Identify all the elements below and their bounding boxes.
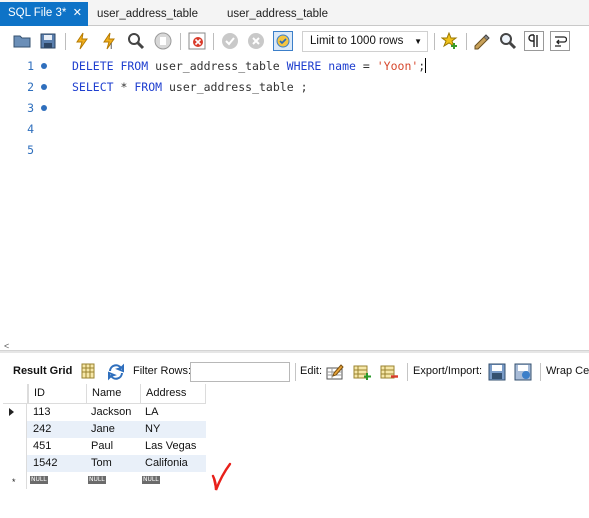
sql-statement-select: SELECT * FROM user_address_table ; xyxy=(72,80,308,94)
cell-name[interactable]: Jackson xyxy=(88,404,131,420)
row-indicator[interactable]: * xyxy=(3,472,27,489)
edit-label: Edit: xyxy=(300,365,323,377)
import-icon[interactable] xyxy=(514,363,532,381)
cell-name[interactable]: Paul xyxy=(88,438,113,454)
new-row-marker: * xyxy=(12,477,16,487)
tab-user-address-table-2[interactable]: user_address_table xyxy=(219,3,336,26)
line-number: 3 xyxy=(27,101,34,115)
limit-rows-select[interactable]: Limit to 1000 rows ▼ xyxy=(302,31,428,52)
sql-statement-delete: DELETE FROM user_address_table WHERE nam… xyxy=(72,58,427,73)
close-icon[interactable]: ✕ xyxy=(73,2,82,24)
filter-rows-input[interactable] xyxy=(190,362,290,382)
table-row[interactable]: 242 Jane NY xyxy=(3,421,206,438)
statement-marker-icon xyxy=(41,105,47,111)
null-badge[interactable]: NULL xyxy=(88,476,106,484)
cell-id[interactable]: 1542 xyxy=(30,455,57,471)
null-badge[interactable]: NULL xyxy=(142,476,160,484)
result-toolbar: Result Grid Filter Rows: Edit: Export/Im… xyxy=(0,360,589,384)
open-folder-icon[interactable] xyxy=(12,31,32,51)
tab-sql-file-3[interactable]: SQL File 3* ✕ xyxy=(0,2,88,26)
svg-text:I: I xyxy=(110,42,112,50)
cell-id[interactable]: 451 xyxy=(30,438,51,454)
add-snippet-icon[interactable] xyxy=(440,31,460,51)
table-row[interactable]: 113 Jackson LA xyxy=(3,404,206,421)
cell-name[interactable]: Jane xyxy=(88,421,115,437)
export-icon[interactable] xyxy=(488,363,506,381)
row-indicator[interactable] xyxy=(3,421,27,438)
add-row-icon[interactable] xyxy=(353,363,371,381)
row-header-corner xyxy=(3,384,28,404)
cell-address[interactable]: Califonia xyxy=(142,455,188,471)
edit-row-icon[interactable] xyxy=(326,363,344,381)
execute-all-icon[interactable] xyxy=(72,31,92,51)
wrap-lines-icon[interactable] xyxy=(550,31,570,51)
line-number: 4 xyxy=(27,122,34,136)
cell-address[interactable]: LA xyxy=(142,404,158,420)
filter-rows-label: Filter Rows: xyxy=(133,365,192,377)
cell-name[interactable]: Tom xyxy=(88,455,112,471)
delete-row-icon[interactable] xyxy=(380,363,398,381)
save-icon[interactable] xyxy=(38,31,58,51)
toggle-error-icon[interactable] xyxy=(187,31,207,51)
tab-user-address-table-1[interactable]: user_address_table xyxy=(89,3,206,26)
row-indicator[interactable] xyxy=(3,455,27,472)
invisible-chars-icon[interactable] xyxy=(524,31,544,51)
text-cursor xyxy=(425,58,427,73)
limit-rows-label: Limit to 1000 rows xyxy=(310,35,404,47)
chevron-down-icon: ▼ xyxy=(414,37,422,46)
line-number: 1 xyxy=(27,59,34,73)
editor-tab-bar: SQL File 3* ✕ user_address_table user_ad… xyxy=(0,0,589,26)
beautify-icon[interactable] xyxy=(472,31,492,51)
editor-line-5[interactable]: 5 xyxy=(0,141,589,161)
column-header-name[interactable]: Name xyxy=(86,384,140,404)
stop-icon[interactable] xyxy=(153,31,173,51)
cell-address[interactable]: Las Vegas xyxy=(142,438,196,454)
column-header-id[interactable]: ID xyxy=(28,384,86,404)
cell-id[interactable]: 242 xyxy=(30,421,51,437)
panel-splitter[interactable] xyxy=(0,350,589,353)
row-indicator[interactable] xyxy=(3,404,27,421)
cell-id[interactable]: 113 xyxy=(30,404,51,420)
new-row[interactable]: * NULL NULL NULL xyxy=(3,472,206,489)
grid-layout-icon[interactable] xyxy=(80,363,98,381)
tab-label: SQL File 3* xyxy=(8,7,67,19)
red-checkmark-annotation xyxy=(211,462,232,491)
export-import-label: Export/Import: xyxy=(413,365,483,377)
editor-line-1[interactable]: 1 DELETE FROM user_address_table WHERE n… xyxy=(0,57,589,77)
result-grid-tab[interactable]: Result Grid xyxy=(13,365,72,377)
table-row[interactable]: 1542 Tom Califonia xyxy=(3,455,206,472)
autocommit-toggle-icon[interactable] xyxy=(273,31,293,51)
null-badge[interactable]: NULL xyxy=(30,476,48,484)
row-indicator[interactable] xyxy=(3,438,27,455)
sql-editor[interactable]: 1 DELETE FROM user_address_table WHERE n… xyxy=(0,56,589,338)
table-row[interactable]: 451 Paul Las Vegas xyxy=(3,438,206,455)
commit-icon[interactable] xyxy=(220,31,240,51)
statement-marker-icon xyxy=(41,84,47,90)
rollback-icon[interactable] xyxy=(246,31,266,51)
refresh-icon[interactable] xyxy=(107,363,125,381)
sql-editor-toolbar: I Limit to 1000 rows ▼ xyxy=(0,27,589,56)
execute-current-icon[interactable]: I xyxy=(99,31,119,51)
statement-marker-icon xyxy=(41,63,47,69)
column-header-address[interactable]: Address xyxy=(140,384,206,404)
current-row-arrow-icon xyxy=(9,408,14,416)
cell-address[interactable]: NY xyxy=(142,421,160,437)
explain-icon[interactable] xyxy=(126,31,146,51)
wrap-cell-content-label[interactable]: Wrap Cel xyxy=(546,365,589,377)
editor-line-4[interactable]: 4 xyxy=(0,120,589,140)
tab-label: user_address_table xyxy=(97,8,199,20)
editor-line-3[interactable]: 3 xyxy=(0,99,589,119)
grid-header: ID Name Address xyxy=(3,384,206,404)
find-icon[interactable] xyxy=(498,31,518,51)
editor-line-2[interactable]: 2 SELECT * FROM user_address_table ; xyxy=(0,78,589,98)
tab-label: user_address_table xyxy=(227,8,329,20)
line-number: 2 xyxy=(27,80,34,94)
line-number: 5 xyxy=(27,143,34,157)
